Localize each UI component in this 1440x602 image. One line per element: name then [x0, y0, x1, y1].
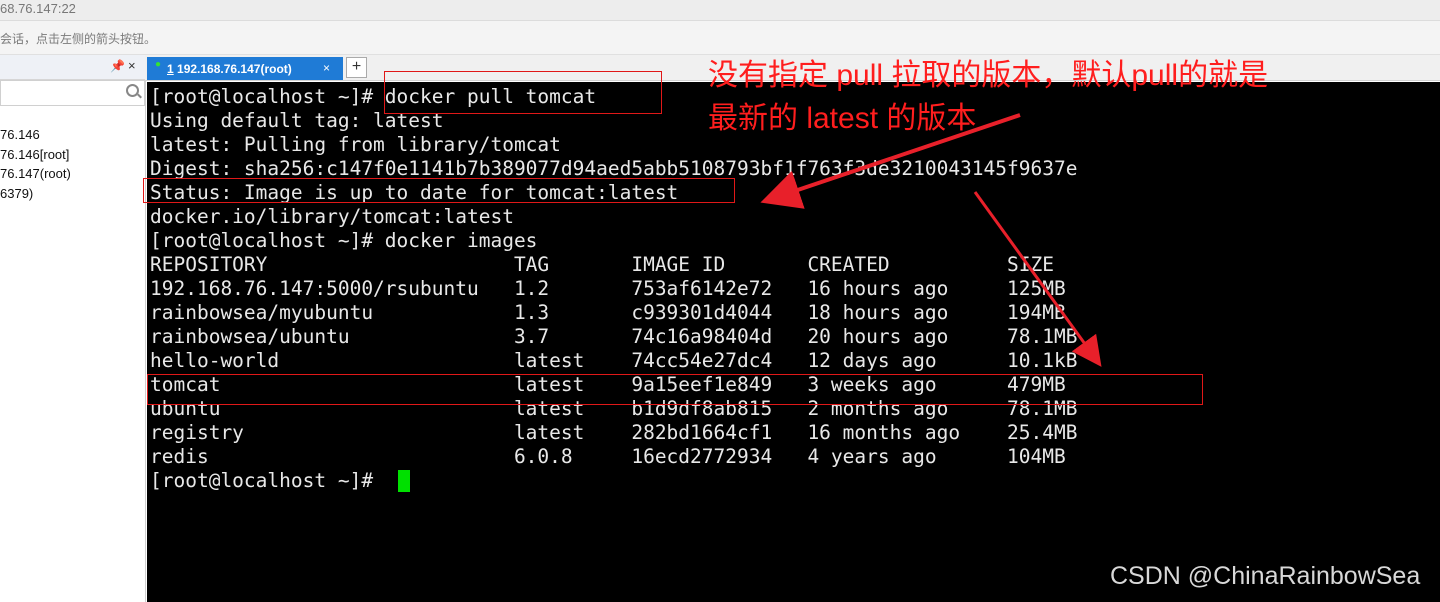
annotation-text-line1: 没有指定 pull 拉取的版本，默认pull的就是	[708, 59, 1269, 92]
annotation-text-line2: 最新的 latest 的版本	[708, 102, 977, 135]
arrow-to-size	[973, 191, 1102, 367]
csdn-watermark: CSDN @ChinaRainbowSea	[1110, 562, 1421, 590]
